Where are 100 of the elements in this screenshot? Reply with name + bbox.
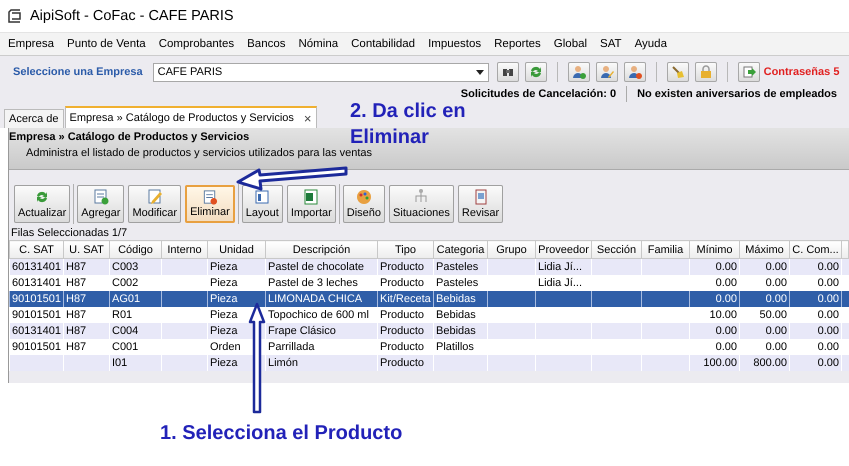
toolbar-button[interactable]: Actualizar xyxy=(14,185,70,223)
menu-item[interactable]: Impuestos xyxy=(428,38,482,50)
close-icon[interactable]: × xyxy=(304,110,312,126)
tab[interactable]: Empresa » Catálogo de Productos y Servicios × xyxy=(64,106,317,128)
anniversary-status: No existen aniversarios de empleados xyxy=(637,88,837,100)
exit-icon xyxy=(742,65,756,79)
refresh-button[interactable] xyxy=(524,62,547,82)
menu-item[interactable]: Ayuda xyxy=(634,38,667,50)
table-row[interactable]: 60131401 H87 C004 Pieza Frape Clásico Producto Bebidas 0.00 0.00 0.00 xyxy=(10,323,848,339)
table-cell: 100.00 xyxy=(703,357,737,369)
table-cell: H87 xyxy=(66,325,86,337)
table-cell: Pieza xyxy=(210,277,238,289)
menu-item[interactable]: Punto de Venta xyxy=(67,38,146,50)
column-header[interactable]: C. Com... xyxy=(790,240,842,258)
column-header[interactable]: Tipo xyxy=(378,240,434,258)
table-cell: Topochico de 600 ml xyxy=(268,309,369,321)
app-logo-icon xyxy=(8,9,22,23)
page-title: Empresa » Catálogo de Productos y Servicios xyxy=(9,131,250,143)
table-cell: 0.00 xyxy=(716,261,737,273)
column-header[interactable]: Categoria xyxy=(434,240,488,258)
lock-button[interactable] xyxy=(694,62,717,82)
table-cell: Pieza xyxy=(210,293,238,305)
table-cell: Lidia Jí... xyxy=(538,261,582,273)
toolbar-button[interactable]: Revisar xyxy=(458,185,504,223)
toolbar-button[interactable]: Agregar xyxy=(77,185,124,223)
menu-item[interactable]: SAT xyxy=(600,38,622,50)
table-cell: Pieza xyxy=(210,309,238,321)
column-header[interactable]: Sección xyxy=(592,240,642,258)
table-cell: H87 xyxy=(66,309,86,321)
column-header[interactable]: Unidad xyxy=(208,240,266,258)
user-icon xyxy=(572,65,586,79)
menu-item[interactable]: Contabilidad xyxy=(351,38,416,50)
table-cell: Bebidas xyxy=(436,293,476,305)
table-cell: Producto xyxy=(380,277,424,289)
toolbar-button[interactable]: Importar xyxy=(286,185,336,223)
toolbar-button[interactable]: Situaciones xyxy=(389,185,454,223)
table-cell: Pasteles xyxy=(436,261,478,273)
table-cell: 90101501 xyxy=(12,293,61,305)
column-header[interactable]: Familia xyxy=(642,240,690,258)
table-cell: R01 xyxy=(112,309,132,321)
menu-item[interactable]: Empresa xyxy=(8,38,54,50)
table-cell: 90101501 xyxy=(12,341,61,353)
table-row[interactable]: 90101501 H87 AG01 Pieza LIMONADA CHICA Kit/Receta Bebidas 0.00 0.00 0.00 xyxy=(10,291,848,307)
binoculars-button[interactable] xyxy=(496,62,519,82)
user-button[interactable] xyxy=(624,62,646,82)
toolbar-button[interactable]: Eliminar xyxy=(185,185,235,223)
table-cell: 60131401 xyxy=(12,325,61,337)
table-cell: Producto xyxy=(380,357,424,369)
table-cell: 0.00 xyxy=(766,293,787,305)
menu-item[interactable]: Comprobantes xyxy=(158,38,234,50)
column-header[interactable]: Mínimo xyxy=(690,240,740,258)
column-header[interactable]: U. SAT xyxy=(64,240,110,258)
table-cell: Pasteles xyxy=(436,277,478,289)
company-dropdown[interactable]: CAFE PARIS xyxy=(152,62,489,82)
column-header[interactable]: Grupo xyxy=(488,240,536,258)
tab[interactable]: Acerca de xyxy=(4,109,64,128)
column-header[interactable]: C. SAT xyxy=(10,240,64,258)
layout-icon xyxy=(253,188,272,206)
column-header[interactable]: Código xyxy=(110,240,162,258)
column-header[interactable]: Interno xyxy=(162,240,208,258)
table-cell: Lidia Jí... xyxy=(538,277,582,289)
table-cell: Orden xyxy=(210,341,241,353)
broom-button[interactable] xyxy=(666,62,689,82)
instruction-label: 1. Selecciona el Producto xyxy=(160,421,402,446)
user-button[interactable] xyxy=(596,62,618,82)
broom-icon xyxy=(670,65,685,79)
cancellation-status: Solicitudes de Cancelación: 0 xyxy=(460,88,616,100)
column-header[interactable]: Descripción xyxy=(266,240,378,258)
table-cell: 0.00 xyxy=(818,325,839,337)
user-icon xyxy=(600,65,614,79)
lock-icon xyxy=(698,65,713,79)
add-document-icon xyxy=(92,188,110,206)
toolbar-button[interactable]: Modificar xyxy=(128,185,182,223)
toolbar-button[interactable]: Layout xyxy=(242,185,283,223)
table-cell: 0.00 xyxy=(716,293,737,305)
table-cell: 50.00 xyxy=(759,309,787,321)
table-cell: 0.00 xyxy=(818,309,839,321)
menu-item[interactable]: Reportes xyxy=(494,38,541,50)
passwords-link[interactable]: Contraseñas 5 xyxy=(764,66,840,78)
user-icon xyxy=(628,65,642,79)
column-header[interactable]: Proveedor xyxy=(536,240,592,258)
table-cell: Kit/Receta xyxy=(380,293,431,305)
table-row[interactable]: 60131401 H87 C003 Pieza Pastel de chocolate Producto Pasteles Lidia Jí... 0.00 0.00 0.00 xyxy=(10,258,848,275)
column-header[interactable]: Máximo xyxy=(740,240,790,258)
window-title: AipiSoft - CoFac - CAFE PARIS xyxy=(30,8,234,24)
user-button[interactable] xyxy=(568,62,590,82)
table-cell: 0.00 xyxy=(766,325,787,337)
table-row[interactable]: I01 Pieza Limón Producto 100.00 800.00 0.00 xyxy=(10,355,848,371)
table-cell: 800.00 xyxy=(753,357,787,369)
table-cell: 0.00 xyxy=(716,325,737,337)
exit-button[interactable] xyxy=(738,62,760,82)
menu-item[interactable]: Bancos xyxy=(247,38,286,50)
table-cell: C003 xyxy=(112,261,138,273)
table-cell: C001 xyxy=(112,341,138,353)
table-cell: 0.00 xyxy=(716,341,737,353)
toolbar-button[interactable]: Diseño xyxy=(342,185,386,223)
menu-item[interactable]: Nómina xyxy=(298,38,338,50)
company-label: Seleccione una Empresa xyxy=(13,66,143,78)
table-cell: C002 xyxy=(112,277,138,289)
menu-item[interactable]: Global xyxy=(554,38,588,50)
